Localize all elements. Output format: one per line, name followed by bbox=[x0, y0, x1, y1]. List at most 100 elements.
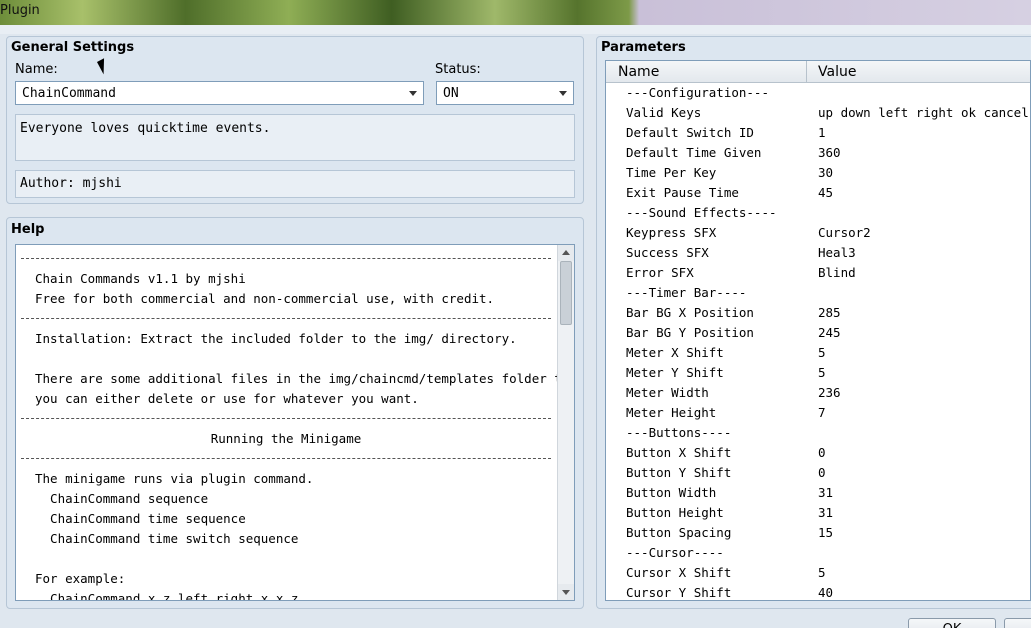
parameter-row[interactable]: Bar BG Y Position 245 bbox=[606, 323, 1030, 343]
help-line: The minigame runs via plugin command. bbox=[35, 471, 314, 486]
parameter-value: 236 bbox=[818, 385, 841, 400]
parameter-name: Default Switch ID bbox=[626, 125, 754, 140]
parameter-row[interactable]: Default Switch ID 1 bbox=[606, 123, 1030, 143]
parameter-row[interactable]: Meter Height 7 bbox=[606, 403, 1030, 423]
column-header-value[interactable]: Value bbox=[818, 64, 856, 80]
parameter-value: 360 bbox=[818, 145, 841, 160]
parameter-row[interactable]: Cursor Y Shift 40 bbox=[606, 583, 1030, 600]
parameter-value: 245 bbox=[818, 325, 841, 340]
parameter-row[interactable]: ---Buttons---- bbox=[606, 423, 1030, 443]
scroll-up-icon[interactable] bbox=[558, 245, 574, 261]
description-field[interactable]: Everyone loves quicktime events. bbox=[15, 114, 575, 161]
parameter-name: Time Per Key bbox=[626, 165, 717, 180]
help-line bbox=[21, 549, 551, 569]
parameter-value: 30 bbox=[818, 165, 834, 180]
parameter-name: Meter Height bbox=[626, 405, 717, 420]
parameter-name: Meter Y Shift bbox=[626, 365, 724, 380]
general-settings-title: General Settings bbox=[11, 40, 135, 55]
parameter-name: Button Height bbox=[626, 505, 724, 520]
parameters-rows: ---Configuration--- Valid Keys up down lef… bbox=[606, 83, 1030, 600]
column-divider[interactable] bbox=[806, 61, 807, 83]
ok-button[interactable]: OK bbox=[908, 618, 996, 628]
parameters-table[interactable]: Name Value ---Configuration--- Valid Keys… bbox=[605, 60, 1031, 601]
parameter-row[interactable]: Success SFX Heal3 bbox=[606, 243, 1030, 263]
parameter-row[interactable]: Button Height 31 bbox=[606, 503, 1030, 523]
parameter-name: Cursor Y Shift bbox=[626, 585, 732, 600]
author-field[interactable]: Author: mjshi bbox=[15, 170, 575, 198]
chevron-down-icon bbox=[559, 91, 567, 96]
help-line: For example: bbox=[35, 571, 126, 586]
parameter-name: Button X Shift bbox=[626, 445, 732, 460]
parameter-row[interactable]: Default Time Given 360 bbox=[606, 143, 1030, 163]
parameter-name: Valid Keys bbox=[626, 105, 702, 120]
parameter-value: 45 bbox=[818, 185, 834, 200]
parameters-title: Parameters bbox=[601, 40, 686, 55]
parameter-row[interactable]: ---Cursor---- bbox=[606, 543, 1030, 563]
parameter-name: Bar BG Y Position bbox=[626, 325, 754, 340]
cancel-button[interactable] bbox=[1004, 618, 1031, 628]
status-label: Status: bbox=[435, 62, 481, 77]
parameter-row[interactable]: Meter X Shift 5 bbox=[606, 343, 1030, 363]
parameter-name: Button Spacing bbox=[626, 525, 732, 540]
parameter-name: Button Width bbox=[626, 485, 717, 500]
parameter-row[interactable]: Button X Shift 0 bbox=[606, 443, 1030, 463]
status-select[interactable]: ON bbox=[436, 81, 574, 105]
parameter-name: ---Cursor---- bbox=[626, 545, 724, 560]
parameter-row[interactable]: Cursor X Shift 5 bbox=[606, 563, 1030, 583]
parameter-name: ---Timer Bar---- bbox=[626, 285, 747, 300]
parameter-row[interactable]: Button Width 31 bbox=[606, 483, 1030, 503]
help-line: There are some additional files in the i… bbox=[35, 371, 575, 386]
name-select[interactable]: ChainCommand bbox=[15, 81, 424, 105]
parameter-row[interactable]: Meter Y Shift 5 bbox=[606, 363, 1030, 383]
help-textbox[interactable]: Chain Commands v1.1 by mjshi Free for bot… bbox=[15, 244, 575, 601]
help-line: ChainCommand time sequence bbox=[35, 511, 246, 526]
parameter-name: Cursor X Shift bbox=[626, 565, 732, 580]
parameter-row[interactable]: Button Y Shift 0 bbox=[606, 463, 1030, 483]
parameter-name: ---Configuration--- bbox=[626, 85, 769, 100]
parameter-name: Default Time Given bbox=[626, 145, 762, 160]
parameter-row[interactable]: Bar BG X Position 285 bbox=[606, 303, 1030, 323]
parameter-value: up down left right ok cancel bbox=[818, 105, 1029, 120]
column-header-name[interactable]: Name bbox=[618, 64, 659, 80]
parameter-value: 0 bbox=[818, 445, 826, 460]
help-separator bbox=[21, 409, 551, 429]
parameter-value: 7 bbox=[818, 405, 826, 420]
parameter-value: 15 bbox=[818, 525, 834, 540]
parameter-value: 40 bbox=[818, 585, 834, 600]
window-titlebar[interactable]: Plugin bbox=[0, 0, 1031, 25]
name-select-value: ChainCommand bbox=[22, 86, 116, 101]
parameter-row[interactable]: Exit Pause Time 45 bbox=[606, 183, 1030, 203]
parameter-name: Meter X Shift bbox=[626, 345, 724, 360]
parameter-value: Blind bbox=[818, 265, 856, 280]
parameter-row[interactable]: Time Per Key 30 bbox=[606, 163, 1030, 183]
parameter-row[interactable]: ---Sound Effects---- bbox=[606, 203, 1030, 223]
scroll-thumb[interactable] bbox=[560, 261, 572, 325]
titlebar-border bbox=[0, 25, 1031, 34]
parameter-name: ---Sound Effects---- bbox=[626, 205, 777, 220]
parameter-row[interactable]: Button Spacing 15 bbox=[606, 523, 1030, 543]
help-scrollbar[interactable] bbox=[557, 245, 574, 600]
help-line bbox=[21, 349, 551, 369]
parameter-row[interactable]: ---Timer Bar---- bbox=[606, 283, 1030, 303]
help-line: ChainCommand sequence bbox=[35, 491, 209, 506]
parameter-name: Keypress SFX bbox=[626, 225, 717, 240]
parameter-row[interactable]: ---Configuration--- bbox=[606, 83, 1030, 103]
parameter-value: 5 bbox=[818, 565, 826, 580]
parameter-value: Cursor2 bbox=[818, 225, 871, 240]
parameter-row[interactable]: Keypress SFX Cursor2 bbox=[606, 223, 1030, 243]
scroll-down-icon[interactable] bbox=[558, 584, 574, 600]
parameter-value: 0 bbox=[818, 465, 826, 480]
author-text: Author: mjshi bbox=[20, 176, 122, 191]
parameter-row[interactable]: Meter Width 236 bbox=[606, 383, 1030, 403]
help-line: Installation: Extract the included folde… bbox=[35, 331, 517, 346]
help-line: you can either delete or use for whateve… bbox=[35, 391, 419, 406]
parameter-value: 5 bbox=[818, 365, 826, 380]
help-line: Free for both commercial and non-commerc… bbox=[35, 291, 495, 306]
parameter-row[interactable]: Valid Keys up down left right ok cancel bbox=[606, 103, 1030, 123]
parameter-value: 1 bbox=[818, 125, 826, 140]
parameter-row[interactable]: Error SFX Blind bbox=[606, 263, 1030, 283]
help-separator bbox=[21, 249, 551, 269]
parameter-name: Error SFX bbox=[626, 265, 694, 280]
parameter-value: Heal3 bbox=[818, 245, 856, 260]
help-line: ChainCommand x z left right x x z bbox=[35, 591, 299, 601]
